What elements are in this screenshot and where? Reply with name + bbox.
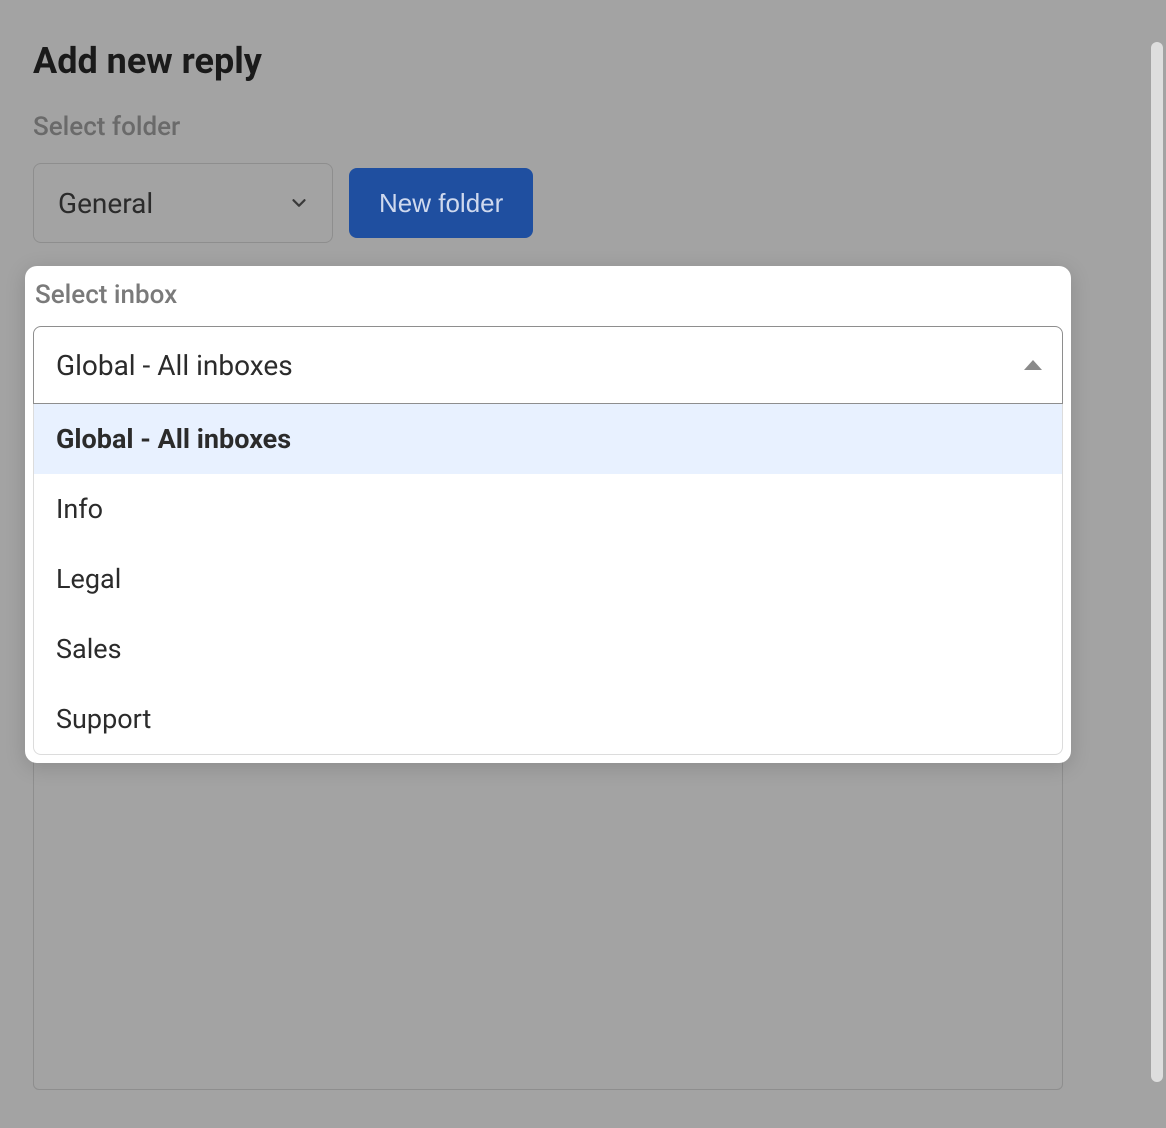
inbox-option-support[interactable]: Support (34, 684, 1062, 754)
inbox-option-legal[interactable]: Legal (34, 544, 1062, 614)
new-folder-button[interactable]: New folder (349, 168, 533, 238)
folder-select[interactable]: General (33, 163, 333, 243)
select-inbox-label: Select inbox (25, 266, 1071, 326)
select-folder-label: Select folder (33, 112, 180, 142)
folder-select-value: General (58, 187, 153, 220)
inbox-option-info[interactable]: Info (34, 474, 1062, 544)
inbox-options-list: Global - All inboxes Info Legal Sales Su… (33, 404, 1063, 755)
scrollbar-track[interactable] (1148, 42, 1166, 1082)
scrollbar-thumb[interactable] (1151, 42, 1163, 1082)
inbox-select-value: Global - All inboxes (56, 349, 293, 382)
inbox-select[interactable]: Global - All inboxes (33, 326, 1063, 404)
page-title: Add new reply (33, 40, 262, 82)
inbox-option-sales[interactable]: Sales (34, 614, 1062, 684)
chevron-down-icon (288, 192, 310, 214)
inbox-option-global[interactable]: Global - All inboxes (34, 404, 1062, 474)
inbox-dropdown-panel: Select inbox Global - All inboxes Global… (25, 266, 1071, 763)
caret-up-icon (1024, 360, 1042, 370)
